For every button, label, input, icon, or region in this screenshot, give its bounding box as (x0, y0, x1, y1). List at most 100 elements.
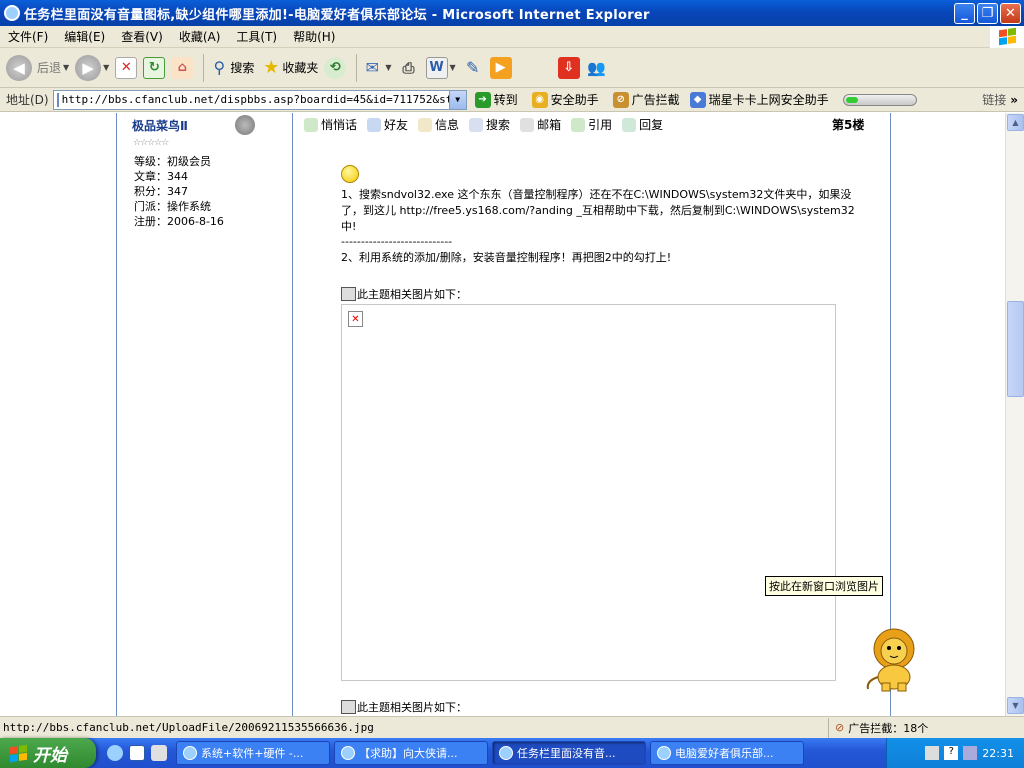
forward-button[interactable]: ▶ ▼ (75, 54, 110, 81)
menu-tools[interactable]: 工具(T) (228, 28, 285, 45)
image-tooltip: 按此在新窗口浏览图片 (765, 576, 883, 596)
windows-flag-icon (10, 744, 27, 762)
search-icon (469, 117, 484, 132)
link-label: 安全助手 (550, 93, 599, 107)
ad-block-icon: ⊘ (835, 721, 845, 734)
taskbar-button[interactable]: 【求助】向大侠请... (334, 741, 488, 765)
close-button[interactable]: ✕ (1000, 2, 1021, 24)
menu-help[interactable]: 帮助(H) (285, 28, 343, 45)
avatar (235, 115, 255, 135)
mail-icon: ✉ (365, 58, 380, 77)
go-button[interactable]: ➔ 转到 (474, 91, 518, 108)
link-rising-kaka[interactable]: ◆ 瑞星卡卡上网安全助手 (689, 91, 829, 108)
user-level: 等级：初级会员 (134, 155, 211, 168)
ie-quicklaunch-icon[interactable] (107, 745, 123, 761)
favorites-button[interactable]: ★ 收藏夹 (260, 57, 318, 79)
search-icon: ⚲ (213, 58, 226, 77)
start-button[interactable]: 开始 (0, 738, 96, 768)
link-ad-block[interactable]: ⊘ 广告拦截 (612, 91, 680, 108)
download-icon[interactable]: ⇩ (557, 56, 580, 79)
lion-mascot-icon[interactable] (862, 625, 926, 693)
home-icon[interactable]: ⌂ (171, 56, 194, 79)
messenger-icon[interactable]: ✎ (462, 57, 484, 79)
forward-arrow-icon: ▶ (75, 54, 102, 81)
post-image[interactable]: ✕ (341, 304, 836, 681)
post-line-1: 1、搜索sndvol32.exe 这个东东（音量控制程序）还在不在C:\WIND… (341, 188, 855, 233)
users-icon[interactable]: 👥 (586, 57, 608, 79)
menu-view[interactable]: 查看(V) (113, 28, 171, 45)
image-caption: 此主题相关图片如下： (341, 699, 467, 715)
taskbar-button[interactable]: 系统+软件+硬件 -... (176, 741, 330, 765)
scroll-down-button[interactable]: ▼ (1007, 697, 1024, 714)
post-line-2: 2、利用系统的添加/删除，安装音量控制程序！再把图2中的勾打上! (341, 251, 672, 264)
ie-logo-icon (4, 5, 20, 21)
address-label: 地址(D) (6, 93, 49, 107)
vertical-scrollbar[interactable]: ▲ ▼ (1005, 113, 1024, 716)
toolbar: ◀ 后退 ▼ ▶ ▼ ✕ ↻ ⌂ ⚲ 搜索 ★ 收藏夹 ⟲ ✉ ▼ ⎙ W ▼ … (0, 48, 1024, 88)
whisper-link[interactable]: 悄悄话 (304, 116, 357, 133)
edit-button[interactable]: W ▼ (425, 56, 456, 79)
ad-block-icon: ⊘ (612, 91, 629, 108)
maximize-button[interactable]: ❐ (977, 2, 998, 24)
media-icon[interactable]: ▶ (489, 56, 512, 79)
mail-dropdown-icon: ▼ (385, 63, 392, 72)
column-divider (116, 113, 117, 716)
scroll-up-button[interactable]: ▲ (1007, 114, 1024, 131)
network-icon[interactable] (963, 746, 978, 760)
back-button[interactable]: ◀ 后退 ▼ (6, 54, 69, 81)
go-arrow-icon: ➔ (474, 91, 491, 108)
links-chevron-icon[interactable]: » (1010, 93, 1024, 107)
menu-bar: 文件(F) 编辑(E) 查看(V) 收藏(A) 工具(T) 帮助(H) (0, 25, 1024, 48)
link-label: 瑞星卡卡上网安全助手 (708, 93, 829, 107)
edit-dropdown-icon: ▼ (449, 63, 456, 72)
username-link[interactable]: 极品菜鸟Ⅱ (132, 117, 188, 134)
taskbar-button-active[interactable]: 任务栏里面没有音... (492, 741, 646, 765)
title-bar[interactable]: 任务栏里面没有音量图标,缺少组件哪里添加!-电脑爱好者俱乐部论坛 - Micro… (0, 0, 1024, 26)
info-icon (418, 117, 433, 132)
keyboard-icon[interactable] (925, 746, 940, 760)
search-button[interactable]: ⚲ 搜索 (208, 57, 254, 79)
friend-link[interactable]: 好友 (367, 116, 408, 133)
refresh-icon[interactable]: ↻ (143, 56, 166, 79)
address-input[interactable]: http://bbs.cfanclub.net/dispbbs.asp?boar… (52, 89, 467, 110)
minimize-button[interactable]: _ (954, 2, 975, 24)
star-icon: ★ (263, 57, 280, 78)
print-icon[interactable]: ⎙ (398, 57, 420, 79)
menu-file[interactable]: 文件(F) (0, 28, 56, 45)
search-user-link[interactable]: 搜索 (469, 116, 510, 133)
email-link[interactable]: 邮箱 (520, 116, 561, 133)
whisper-icon (304, 117, 318, 132)
start-label: 开始 (33, 745, 67, 766)
clock[interactable]: 22:31 (982, 747, 1014, 760)
info-link[interactable]: 信息 (418, 116, 459, 133)
ie-icon (341, 746, 355, 760)
taskbar-button[interactable]: 电脑爱好者俱乐部... (650, 741, 804, 765)
broken-image-icon: ✕ (348, 311, 363, 327)
links-label[interactable]: 链接 (982, 91, 1010, 108)
help-icon[interactable]: ? (944, 746, 959, 760)
reply-link[interactable]: 回复 (622, 116, 663, 133)
rank-stars: ☆☆☆☆☆ (133, 138, 169, 148)
back-arrow-icon: ◀ (6, 54, 32, 81)
link-security-helper[interactable]: ◉ 安全助手 (531, 91, 599, 108)
word-quicklaunch-icon[interactable] (129, 745, 145, 761)
history-icon[interactable]: ⟲ (324, 56, 347, 79)
user-points: 积分：347 (134, 185, 188, 198)
scroll-thumb[interactable] (1007, 301, 1024, 397)
quick-launch (104, 745, 170, 761)
forward-dropdown-icon: ▼ (103, 63, 110, 72)
address-url: http://bbs.cfanclub.net/dispbbs.asp?boar… (61, 93, 467, 106)
menu-favorites[interactable]: 收藏(A) (171, 28, 229, 45)
stop-icon[interactable]: ✕ (115, 56, 138, 79)
mail-button[interactable]: ✉ ▼ (361, 57, 392, 79)
adblock-status[interactable]: ⊘ 广告拦截：18个 (828, 717, 1024, 738)
link-label: 广告拦截 (631, 93, 680, 107)
window-title: 任务栏里面没有音量图标,缺少组件哪里添加!-电脑爱好者俱乐部论坛 - Micro… (24, 7, 650, 23)
address-dropdown-icon[interactable]: ▼ (448, 90, 466, 109)
smiley-icon (341, 165, 359, 183)
quote-link[interactable]: 引用 (571, 116, 612, 133)
rising-icon: ◆ (689, 91, 706, 108)
menu-edit[interactable]: 编辑(E) (56, 28, 113, 45)
status-url: http://bbs.cfanclub.net/UploadFile/20069… (3, 721, 374, 734)
desktop-quicklaunch-icon[interactable] (151, 745, 167, 761)
